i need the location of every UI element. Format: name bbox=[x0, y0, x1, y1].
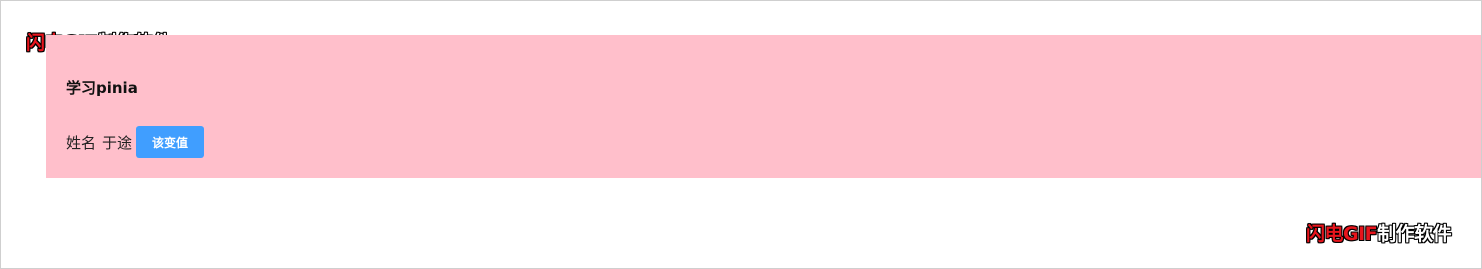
name-value: 于途 bbox=[102, 133, 133, 152]
pinia-demo-panel: 学习pinia 姓名 于途 该变值 bbox=[46, 35, 1481, 178]
page-title: 学习pinia bbox=[66, 79, 138, 97]
change-value-button[interactable]: 该变值 bbox=[136, 126, 205, 158]
app-frame: 闪电GIF制作软件 学习pinia 姓名 于途 该变值 闪电GIF制作软件 bbox=[0, 0, 1482, 269]
name-row: 姓名 于途 该变值 bbox=[66, 126, 205, 158]
watermark-suffix: 制作软件 bbox=[1377, 223, 1452, 245]
watermark-brand: 闪电GIF bbox=[1306, 223, 1378, 245]
name-label: 姓名 bbox=[66, 133, 97, 152]
watermark-bottom-logo: 闪电GIF制作软件 bbox=[1306, 219, 1452, 246]
